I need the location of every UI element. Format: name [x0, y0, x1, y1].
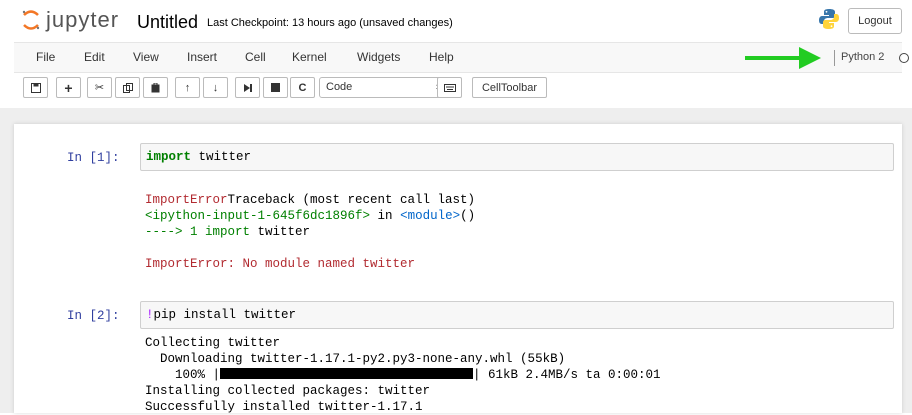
refresh-icon: C	[298, 81, 307, 94]
output-line: Downloading twitter-1.17.1-py2.py3-none-…	[145, 352, 566, 366]
paste-icon	[151, 82, 159, 92]
menu-kernel[interactable]: Kernel	[292, 50, 327, 64]
command-palette-button[interactable]	[437, 77, 462, 98]
traceback-arrow: ----> 1	[145, 225, 206, 239]
toolbar: + ✂ ↑ ↓ C Code ⬍ CellToolbar	[14, 74, 902, 104]
input-prompt: In [1]:	[67, 151, 120, 165]
scissors-icon: ✂	[94, 82, 105, 94]
code-text: pip install twitter	[153, 308, 297, 322]
arrow-down-icon: ↓	[212, 81, 219, 94]
restart-kernel-button[interactable]: C	[290, 77, 315, 98]
menu-edit[interactable]: Edit	[84, 50, 105, 64]
keyboard-icon	[443, 83, 456, 92]
copy-icon	[122, 82, 133, 93]
paren-text: ()	[460, 209, 476, 223]
cut-button[interactable]: ✂	[87, 77, 112, 98]
code-keyword: import	[146, 150, 192, 164]
code-text: twitter	[191, 150, 252, 164]
kernel-idle-indicator-icon	[899, 53, 909, 63]
kernel-name[interactable]: Python 2	[841, 51, 884, 63]
error-name: ImportError	[145, 193, 228, 207]
move-up-button[interactable]: ↑	[175, 77, 200, 98]
save-button[interactable]	[23, 77, 48, 98]
progress-stats: | 61kB 2.4MB/s ta 0:00:01	[473, 368, 661, 382]
code-cell-input[interactable]: !pip install twitter	[140, 301, 894, 329]
menu-widgets[interactable]: Widgets	[357, 50, 400, 64]
notebook-header: jupyter Untitled Last Checkpoint: 13 hou…	[0, 0, 912, 40]
notebook-page: In [1]: import twitter ImportErrorTraceb…	[14, 124, 902, 414]
traceback-keyword: import	[205, 225, 251, 239]
celltoolbar-button[interactable]: CellToolbar	[472, 77, 547, 98]
menu-cell[interactable]: Cell	[245, 50, 266, 64]
toolbar-divider	[0, 108, 912, 116]
module-ref: <module>	[400, 209, 461, 223]
paste-button[interactable]	[143, 77, 168, 98]
output-line: Collecting twitter	[145, 336, 281, 350]
input-prompt: In [2]:	[67, 309, 120, 323]
step-forward-icon	[243, 83, 252, 92]
arrow-up-icon: ↑	[184, 81, 191, 94]
jupyter-logo[interactable]: jupyter	[20, 7, 119, 33]
green-arrow-annotation	[745, 47, 821, 69]
stop-icon	[271, 83, 280, 92]
ipython-input-ref: <ipython-input-1-645f6dc1896f>	[145, 209, 371, 223]
run-cell-button[interactable]	[235, 77, 260, 98]
output-progress-line: 100% | | 61kB 2.4MB/s ta 0:00:01	[145, 367, 661, 383]
menu-insert[interactable]: Insert	[187, 50, 217, 64]
output-line: Installing collected packages: twitter	[145, 384, 431, 398]
code-cell-input[interactable]: import twitter	[140, 143, 894, 171]
save-icon	[30, 82, 41, 93]
output-traceback-line-2: <ipython-input-1-645f6dc1896f> in <modul…	[145, 208, 475, 224]
shell-magic: !	[146, 308, 154, 322]
insert-cell-button[interactable]: +	[56, 77, 81, 98]
logout-button[interactable]: Logout	[848, 8, 902, 34]
progress-percent: 100% |	[145, 368, 221, 382]
output-error-message: ImportError: No module named twitter	[145, 257, 416, 271]
cell-type-select[interactable]: Code ⬍	[319, 77, 449, 98]
traceback-code: twitter	[250, 225, 311, 239]
notebook-title[interactable]: Untitled	[137, 12, 198, 33]
output-traceback-line-3: ----> 1 import twitter	[145, 224, 310, 240]
plus-icon: +	[64, 79, 73, 96]
menu-help[interactable]: Help	[429, 50, 454, 64]
jupyter-logo-icon	[22, 10, 40, 30]
menu-file[interactable]: File	[36, 50, 55, 64]
menu-view[interactable]: View	[133, 50, 159, 64]
traceback-text: Traceback (most recent call last)	[227, 193, 476, 207]
checkpoint-status: Last Checkpoint: 13 hours ago (unsaved c…	[207, 17, 453, 29]
progress-bar	[220, 368, 474, 379]
in-text: in	[370, 209, 401, 223]
kernel-separator	[834, 50, 835, 66]
interrupt-kernel-button[interactable]	[263, 77, 288, 98]
jupyter-logo-text: jupyter	[46, 7, 120, 32]
move-down-button[interactable]: ↓	[203, 77, 228, 98]
python-logo-icon	[819, 9, 839, 29]
code-line: !pip install twitter	[146, 308, 296, 322]
code-line: import twitter	[146, 150, 251, 164]
cell-type-value: Code	[326, 81, 353, 93]
copy-button[interactable]	[115, 77, 140, 98]
output-traceback-line-1: ImportErrorTraceback (most recent call l…	[145, 192, 475, 208]
